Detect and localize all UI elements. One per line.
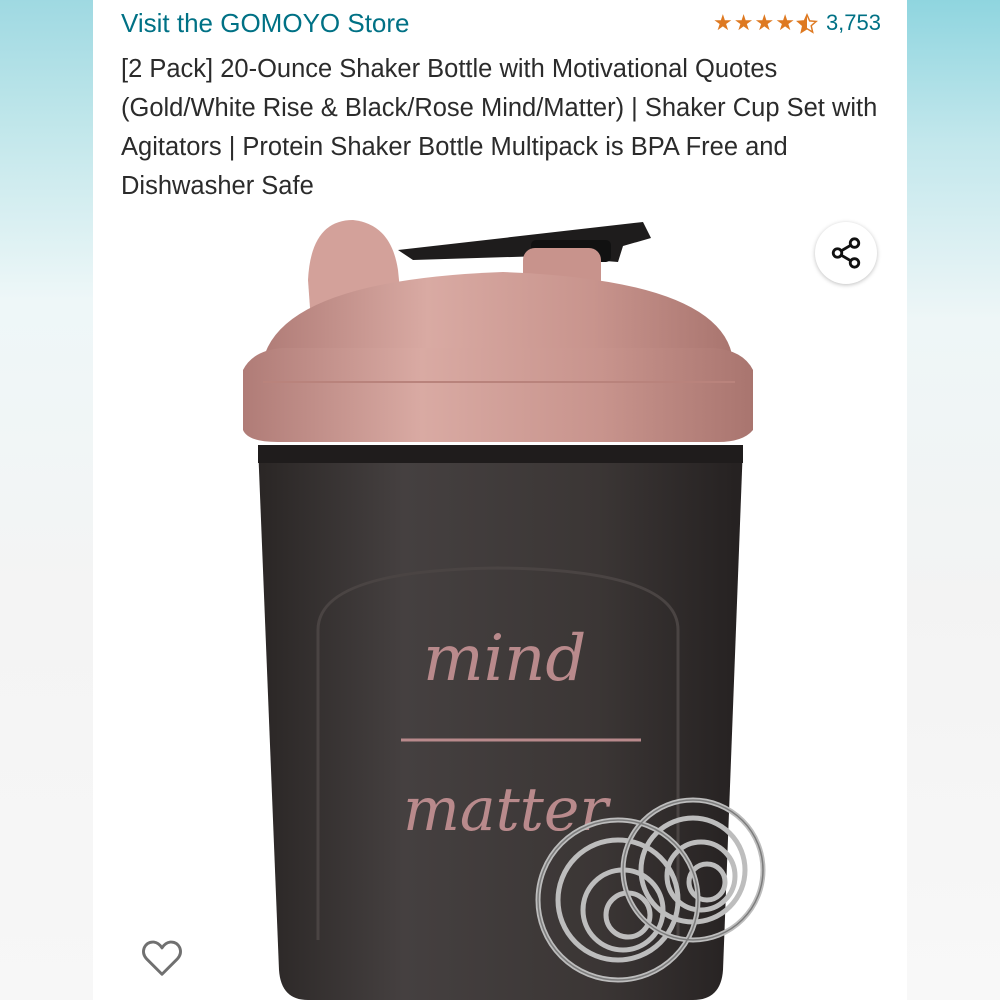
left-background xyxy=(0,0,93,1000)
star-icon: ★ xyxy=(754,9,775,35)
product-title: [2 Pack] 20-Ounce Shaker Bottle with Mot… xyxy=(121,55,878,200)
right-background xyxy=(907,0,1000,1000)
star-icon: ★ xyxy=(713,9,733,35)
product-image[interactable]: mind matter xyxy=(223,210,783,1000)
star-icon: ★ xyxy=(733,9,754,35)
heart-outline-icon xyxy=(142,940,182,976)
star-rating: ★ ★ ★ ★ xyxy=(713,9,818,35)
share-button[interactable] xyxy=(815,222,877,284)
review-count[interactable]: 3,753 xyxy=(826,10,881,36)
wishlist-button[interactable] xyxy=(137,934,187,980)
print-text-matter: matter xyxy=(403,775,611,845)
product-card: Visit the GOMOYO Store ★ ★ ★ ★ 3,753 [2 … xyxy=(93,0,907,1000)
star-icon: ★ xyxy=(775,9,795,35)
rating-summary[interactable]: ★ ★ ★ ★ 3,753 xyxy=(713,10,881,36)
half-star-icon xyxy=(795,11,818,35)
print-text-mind: mind xyxy=(423,622,586,696)
store-link[interactable]: Visit the GOMOYO Store xyxy=(121,8,410,39)
share-icon xyxy=(831,237,861,269)
